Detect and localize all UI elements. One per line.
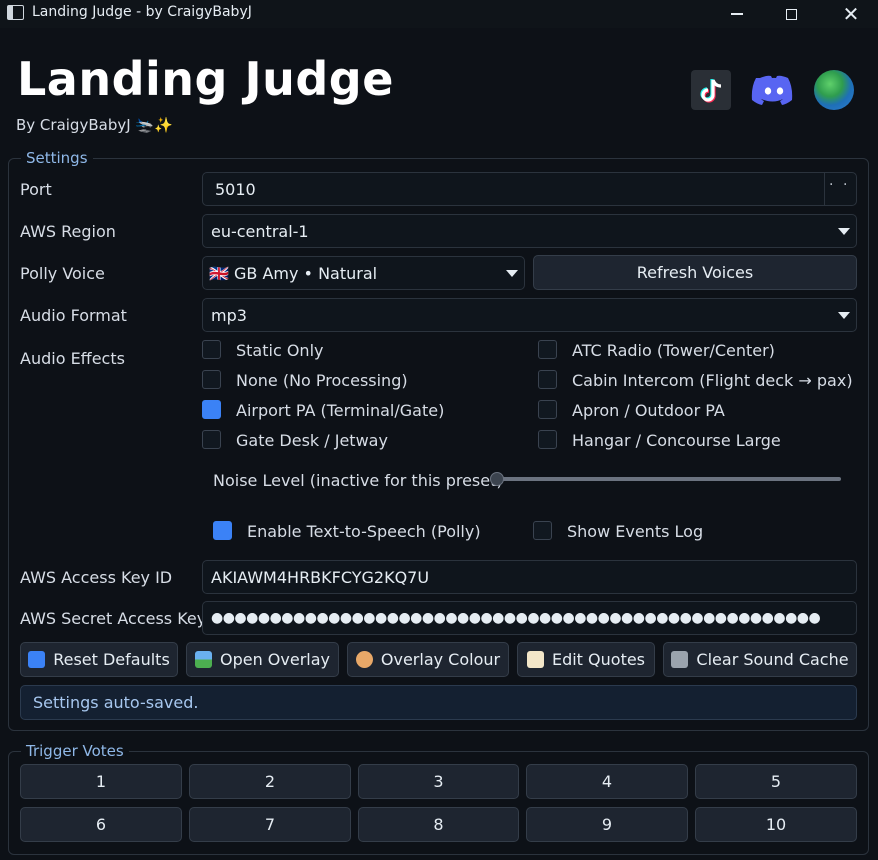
port-value: 5010 [215, 179, 256, 199]
overlay-colour-button[interactable]: Overlay Colour [347, 642, 509, 677]
app-title: Landing Judge [17, 52, 394, 106]
secret-key-value: ●●●●●●●●●●●●●●●●●●●●●●●●●●●●●●●●●●●●●●●●… [211, 610, 821, 626]
effect-airport-pa-label: Airport PA (Terminal/Gate) [236, 401, 445, 420]
audio-format-select[interactable]: mp3 [202, 298, 857, 332]
trash-icon [671, 651, 689, 668]
chevron-down-icon [506, 270, 518, 277]
access-key-value: AKIAWM4HRBKFCYG2KQ7U [211, 567, 430, 587]
open-overlay-label: Open Overlay [219, 650, 331, 669]
effect-hangar-label: Hangar / Concourse Large [572, 431, 781, 450]
aws-region-select[interactable]: eu-central-1 [202, 214, 857, 248]
trigger-votes-group-label: Trigger Votes [21, 742, 129, 760]
vote-button-4[interactable]: 4 [526, 764, 688, 799]
secret-key-label: AWS Secret Access Key [20, 609, 207, 628]
effect-cabin-intercom-checkbox[interactable] [538, 370, 557, 389]
maximize-button[interactable] [768, 0, 814, 28]
app-window-icon [7, 5, 24, 20]
discord-icon[interactable] [750, 70, 798, 110]
effect-static-only-label: Static Only [236, 341, 324, 360]
effect-atc-radio-checkbox[interactable] [538, 340, 557, 359]
effect-gate-desk-checkbox[interactable] [202, 430, 221, 449]
port-spin-buttons[interactable] [824, 173, 856, 205]
vote-button-2[interactable]: 2 [189, 764, 351, 799]
noise-level-slider[interactable] [495, 477, 841, 481]
minimize-button[interactable] [714, 0, 760, 28]
vote-button-7[interactable]: 7 [189, 807, 351, 842]
effect-airport-pa-checkbox[interactable] [202, 400, 221, 419]
port-spinbox[interactable]: 5010 [202, 172, 857, 206]
clear-sound-cache-label: Clear Sound Cache [696, 650, 849, 669]
effect-none-checkbox[interactable] [202, 370, 221, 389]
audio-format-label: Audio Format [20, 306, 127, 325]
close-icon: ✕ [842, 2, 860, 26]
vote-button-8[interactable]: 8 [358, 807, 519, 842]
minimize-icon [731, 13, 743, 15]
show-events-log-label: Show Events Log [567, 522, 704, 541]
enable-tts-label: Enable Text-to-Speech (Polly) [247, 522, 481, 541]
polly-voice-label: Polly Voice [20, 264, 105, 283]
edit-quotes-label: Edit Quotes [551, 650, 646, 669]
effect-apron-pa-label: Apron / Outdoor PA [572, 401, 725, 420]
access-key-label: AWS Access Key ID [20, 568, 173, 587]
open-overlay-button[interactable]: Open Overlay [186, 642, 339, 677]
clear-sound-cache-button[interactable]: Clear Sound Cache [663, 642, 857, 677]
globe-icon[interactable] [814, 70, 854, 110]
maximize-icon [785, 8, 797, 20]
vote-button-9[interactable]: 9 [526, 807, 688, 842]
access-key-input[interactable]: AKIAWM4HRBKFCYG2KQ7U [202, 560, 857, 594]
effect-atc-radio-label: ATC Radio (Tower/Center) [572, 341, 775, 360]
vote-button-5[interactable]: 5 [695, 764, 857, 799]
refresh-voices-button[interactable]: Refresh Voices [533, 255, 857, 290]
palette-icon [355, 651, 373, 668]
port-label: Port [20, 180, 52, 199]
noise-level-slider-handle[interactable] [490, 472, 504, 486]
title-bar: Landing Judge - by CraigyBabyJ ✕ [0, 0, 878, 28]
vote-button-1[interactable]: 1 [20, 764, 182, 799]
settings-group-label: Settings [21, 149, 93, 167]
window-title: Landing Judge - by CraigyBabyJ [32, 4, 252, 20]
vote-button-3[interactable]: 3 [358, 764, 519, 799]
polly-voice-select[interactable]: 🇬🇧 GB Amy • Natural [202, 256, 525, 290]
reset-defaults-button[interactable]: Reset Defaults [20, 642, 178, 677]
audio-effects-label: Audio Effects [20, 349, 125, 368]
picture-icon [194, 651, 212, 668]
tiktok-icon[interactable] [691, 70, 731, 110]
vote-button-10[interactable]: 10 [695, 807, 857, 842]
audio-format-value: mp3 [211, 305, 247, 325]
effect-hangar-checkbox[interactable] [538, 430, 557, 449]
reset-defaults-label: Reset Defaults [53, 650, 170, 669]
effect-cabin-intercom-label: Cabin Intercom (Flight deck → pax) [572, 371, 853, 390]
effect-apron-pa-checkbox[interactable] [538, 400, 557, 419]
show-events-log-checkbox[interactable] [533, 521, 552, 540]
effect-static-only-checkbox[interactable] [202, 340, 221, 359]
overlay-colour-label: Overlay Colour [380, 650, 501, 669]
chevron-down-icon [838, 312, 850, 319]
enable-tts-checkbox[interactable] [213, 521, 232, 540]
polly-voice-value: 🇬🇧 GB Amy • Natural [209, 263, 378, 283]
close-button[interactable]: ✕ [828, 0, 874, 28]
memo-icon [526, 651, 544, 668]
edit-quotes-button[interactable]: Edit Quotes [517, 642, 655, 677]
chevron-down-icon [838, 228, 850, 235]
vote-button-6[interactable]: 6 [20, 807, 182, 842]
app-subtitle: By CraigyBabyJ 🛬✨ [16, 116, 173, 134]
undo-icon [28, 651, 46, 668]
aws-region-label: AWS Region [20, 222, 116, 241]
noise-level-label: Noise Level (inactive for this preset) [213, 471, 503, 490]
effect-none-label: None (No Processing) [236, 371, 408, 390]
effect-gate-desk-label: Gate Desk / Jetway [236, 431, 388, 450]
status-bar: Settings auto-saved. [20, 685, 857, 720]
secret-key-input[interactable]: ●●●●●●●●●●●●●●●●●●●●●●●●●●●●●●●●●●●●●●●●… [202, 601, 857, 635]
aws-region-value: eu-central-1 [211, 221, 309, 241]
